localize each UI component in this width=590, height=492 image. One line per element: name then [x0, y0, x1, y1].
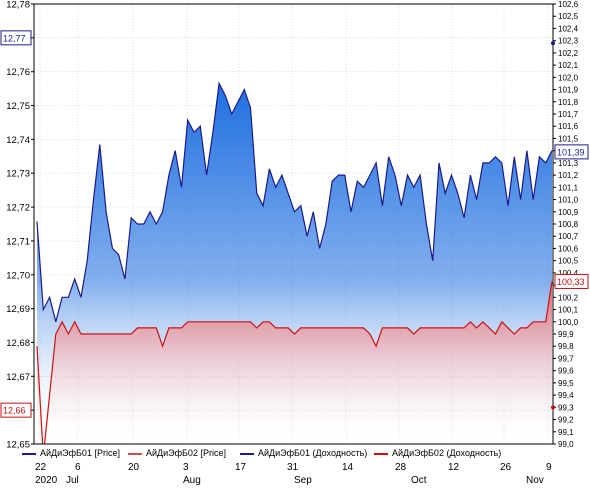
legend: АйДиЭфБ01 [Price] АйДиЭфБ02 [Price] АйДи… [0, 447, 590, 461]
y-tick-label: 102,6 [558, 0, 579, 9]
right-marker-blue: 101,39 [557, 147, 585, 157]
chart-canvas: 12,78 12,77 12,76 12,75 12,74 12,73 12,72 12,71… [0, 0, 590, 487]
y-tick-label: 102,3 [558, 37, 579, 46]
y-tick-label: 12,69 [6, 304, 30, 315]
legend-item: АйДиЭфБ02 [Price] [128, 448, 226, 458]
x-tick-label: 6 [75, 462, 81, 473]
y-tick-label: 99,6 [558, 367, 574, 376]
left-marker-red: 12,66 [3, 406, 26, 416]
y-tick-label: 101,6 [558, 122, 579, 131]
x-tick-label: 22 [35, 462, 46, 473]
red-dot [551, 405, 555, 409]
y-tick-label: 12,67 [6, 372, 30, 383]
y-tick-label: 101,1 [558, 183, 579, 192]
y-tick-label: 12,71 [6, 236, 30, 247]
y-tick-label: 101,0 [558, 196, 579, 205]
legend-swatch [374, 453, 388, 455]
x-tick-label: 17 [235, 462, 246, 473]
y-tick-label: 100,8 [558, 220, 579, 229]
y-tick-label: 12,74 [6, 135, 30, 146]
x-month-label: Jul [66, 475, 79, 486]
y-tick-label: 12,70 [6, 270, 30, 281]
x-tick-label: 14 [342, 462, 353, 473]
y-tick-label: 101,9 [558, 86, 579, 95]
y-tick-label: 99,2 [558, 416, 574, 425]
y-tick-label: 99,3 [558, 403, 574, 412]
x-tick-label: 31 [287, 462, 298, 473]
x-tick-label: 12 [448, 462, 459, 473]
y-tick-label: 100,0 [558, 318, 579, 327]
y-tick-label: 100,9 [558, 208, 579, 217]
y-tick-label: 100,7 [558, 232, 579, 241]
y-tick-label: 99,1 [558, 428, 574, 437]
legend-label: АйДиЭфБ02 (Доходность) [392, 448, 501, 458]
x-month-label: 2020 [35, 475, 57, 486]
legend-swatch [22, 453, 36, 455]
y-tick-label: 99,7 [558, 354, 574, 363]
y-tick-label: 102,1 [558, 61, 579, 70]
y-tick-label: 99,9 [558, 330, 574, 339]
y-tick-label: 100,2 [558, 293, 579, 302]
x-month-label: Nov [526, 475, 544, 486]
legend-label: АйДиЭфБ01 [Price] [40, 448, 120, 458]
legend-item: АйДиЭфБ01 [Price] [22, 448, 120, 458]
legend-label: АйДиЭфБ01 (Доходность) [258, 448, 367, 458]
chart: 12,78 12,77 12,76 12,75 12,74 12,73 12,72 12,71… [0, 0, 590, 487]
y-tick-label: 12,73 [6, 169, 30, 180]
y-tick-label: 12,76 [6, 67, 30, 78]
x-tick-label: 9 [546, 462, 552, 473]
y-tick-label: 102,0 [558, 73, 579, 82]
legend-item: АйДиЭфБ02 (Доходность) [374, 448, 501, 458]
blue-dot [551, 41, 555, 45]
y-tick-label: 99,4 [558, 391, 574, 400]
y-tick-label: 12,72 [6, 203, 30, 214]
y-tick-label: 102,2 [558, 49, 579, 58]
legend-item: АйДиЭфБ01 (Доходность) [240, 448, 367, 458]
x-month-label: Oct [411, 475, 427, 486]
legend-swatch [128, 453, 142, 455]
y-tick-label: 12,78 [6, 0, 30, 11]
y-tick-label: 101,5 [558, 134, 579, 143]
y-tick-label: 99,5 [558, 379, 574, 388]
y-tick-label: 101,7 [558, 110, 579, 119]
x-tick-label: 20 [128, 462, 139, 473]
x-month-label: Aug [183, 475, 201, 486]
y-tick-label: 100,1 [558, 306, 579, 315]
legend-swatch [240, 453, 254, 455]
x-month-label: Sep [294, 475, 312, 486]
left-marker-blue: 12,77 [3, 33, 26, 43]
y-tick-label: 100,5 [558, 257, 579, 266]
y-tick-label: 102,4 [558, 24, 579, 33]
legend-label: АйДиЭфБ02 [Price] [146, 448, 226, 458]
y-tick-label: 101,8 [558, 98, 579, 107]
y-tick-label: 12,68 [6, 338, 30, 349]
y-tick-label: 101,3 [558, 159, 579, 168]
y-tick-label: 101,2 [558, 171, 579, 180]
right-marker-red: 100,33 [557, 277, 585, 287]
y-tick-label: 102,5 [558, 12, 579, 21]
x-tick-label: 26 [500, 462, 511, 473]
x-tick-label: 3 [183, 462, 189, 473]
y-tick-label: 12,75 [6, 101, 30, 112]
y-tick-label: 100,6 [558, 244, 579, 253]
y-tick-label: 99,8 [558, 342, 574, 351]
x-tick-label: 28 [395, 462, 406, 473]
